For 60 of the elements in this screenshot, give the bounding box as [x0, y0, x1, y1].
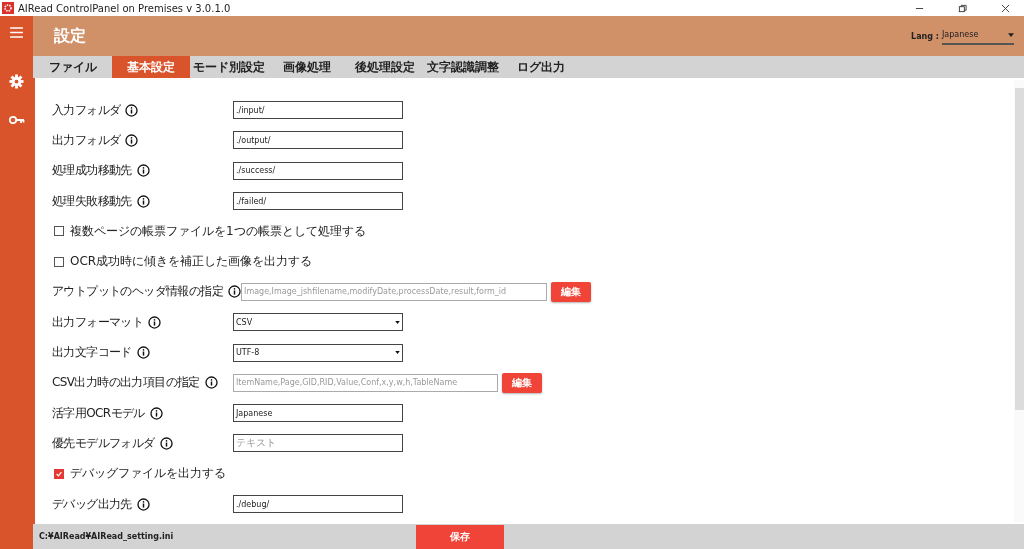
edit-button[interactable]: 編集 [502, 372, 543, 393]
caret-icon [395, 351, 400, 354]
input-field[interactable]: ./debug/ [233, 495, 403, 513]
tab[interactable]: ログ出力 [502, 56, 580, 78]
dropdown[interactable]: CSV [233, 313, 403, 332]
scrollbar[interactable] [1014, 80, 1024, 522]
page-title: 設定 [54, 25, 86, 47]
input-field[interactable]: ./success/ [233, 161, 403, 180]
dropdown[interactable]: UTF-8 [233, 343, 403, 362]
edit-button[interactable]: 編集 [551, 281, 592, 302]
info-icon[interactable] [125, 133, 139, 147]
info-icon[interactable] [136, 346, 150, 359]
restore-icon[interactable] [958, 3, 967, 13]
info-icon[interactable] [159, 436, 173, 450]
save-button[interactable]: 保存 [416, 525, 504, 549]
setting-label: デバッグ出力先 [52, 495, 132, 513]
tab[interactable]: ファイル [34, 56, 112, 78]
setting-label: 活字用OCRモデル [52, 404, 145, 422]
info-icon[interactable] [149, 406, 163, 420]
caret-icon [395, 320, 400, 324]
info-icon[interactable] [204, 376, 218, 390]
setting-label: CSV出力時の出力項目の指定 [52, 374, 200, 392]
tab[interactable]: 文字認識調整 [424, 56, 502, 78]
input-field[interactable]: Japanese [233, 404, 403, 423]
setting-label: 入力フォルダ [52, 101, 121, 119]
input-field[interactable]: ./failed/ [233, 192, 403, 211]
setting-label: 出力文字コード [52, 344, 132, 361]
checkbox-label: 複数ページの帳票ファイルを1つの帳票として処理する [70, 222, 366, 240]
info-icon[interactable] [148, 315, 162, 329]
tab[interactable]: 後処理設定 [346, 56, 424, 78]
info-icon[interactable] [228, 285, 241, 299]
caret-icon [1008, 32, 1014, 37]
setting-label: 出力フォーマット [52, 313, 144, 331]
tab[interactable]: 画像処理 [268, 56, 346, 78]
input-field[interactable]: ./output/ [233, 131, 403, 150]
input-field[interactable]: ./input/ [233, 101, 403, 120]
window-title: AIRead ControlPanel on Premises v 3.0.1.0 [18, 2, 231, 14]
info-icon[interactable] [125, 103, 139, 117]
setting-label: 優先モデルフォルダ [52, 434, 155, 452]
tab[interactable]: モード別設定 [190, 56, 268, 78]
menu-icon[interactable] [10, 27, 23, 38]
lang-label: Lang : [911, 31, 939, 41]
info-icon[interactable] [136, 164, 150, 178]
info-icon[interactable] [136, 194, 150, 208]
checkbox[interactable] [54, 256, 64, 267]
setting-label: 処理失敗移動先 [52, 192, 132, 210]
tab[interactable]: 基本設定 [112, 56, 190, 78]
language-dropdown[interactable]: Japanese [942, 27, 1014, 45]
settings-icon[interactable] [9, 74, 24, 89]
setting-label: 出力フォルダ [52, 131, 121, 149]
checkbox-label: OCR成功時に傾きを補正した画像を出力する [70, 253, 313, 271]
info-icon[interactable] [136, 497, 150, 511]
checkbox[interactable] [54, 226, 64, 237]
checkbox-label: デバッグファイルを出力する [70, 465, 226, 483]
setting-label: 処理成功移動先 [52, 162, 132, 180]
settings-file-path: C:¥AIRead¥AIRead_setting.ini [39, 532, 174, 541]
setting-label: アウトプットのヘッダ情報の指定 [52, 283, 223, 301]
checkbox[interactable] [54, 468, 64, 479]
key-icon[interactable] [8, 115, 25, 125]
close-icon[interactable] [1001, 3, 1010, 13]
